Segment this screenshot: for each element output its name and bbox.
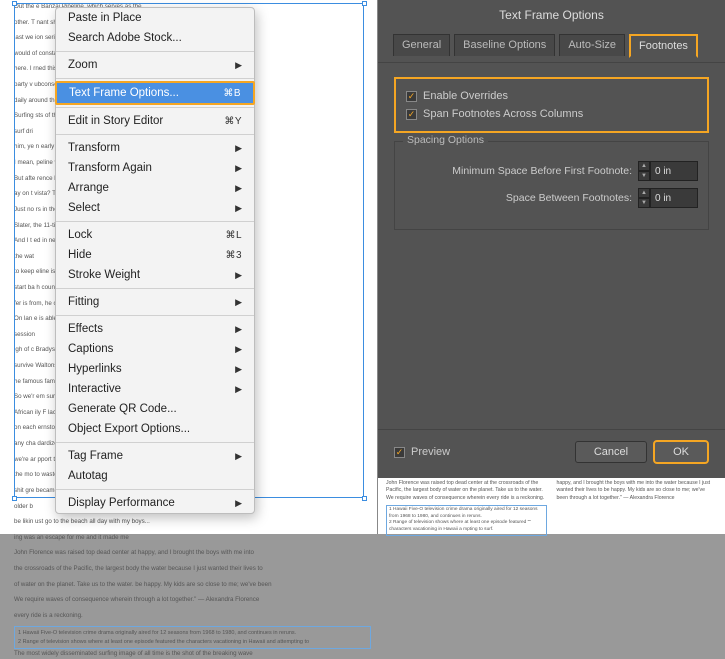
selection-handle[interactable]: [362, 496, 367, 501]
checkbox-icon: ✓: [406, 109, 417, 120]
menu-item[interactable]: Fitting▶: [56, 292, 254, 312]
span-footnotes-label: Span Footnotes Across Columns: [423, 108, 583, 120]
menu-item[interactable]: Object Export Options...: [56, 419, 254, 439]
menu-item[interactable]: Text Frame Options...⌘B: [55, 81, 255, 105]
ok-button[interactable]: OK: [653, 440, 709, 464]
menu-item[interactable]: Select▶: [56, 198, 254, 218]
menu-item[interactable]: Stroke Weight▶: [56, 265, 254, 285]
menu-item[interactable]: Autotag: [56, 466, 254, 486]
chevron-right-icon: ▶: [235, 297, 242, 308]
dialog-title: Text Frame Options: [378, 0, 725, 34]
menu-item[interactable]: Hide⌘3: [56, 245, 254, 265]
selection-handle[interactable]: [12, 496, 17, 501]
menu-item[interactable]: Zoom▶: [56, 55, 254, 75]
selection-handle[interactable]: [12, 1, 17, 6]
step-up-icon[interactable]: ▲: [638, 188, 650, 198]
menu-item[interactable]: Transform▶: [56, 138, 254, 158]
chevron-right-icon: ▶: [235, 183, 242, 194]
between-footnotes-field[interactable]: [650, 188, 698, 208]
menu-item[interactable]: Effects▶: [56, 319, 254, 339]
menu-item[interactable]: Transform Again▶: [56, 158, 254, 178]
menu-item[interactable]: Edit in Story Editor⌘Y: [56, 111, 254, 131]
cancel-button[interactable]: Cancel: [575, 441, 647, 463]
menu-item[interactable]: Arrange▶: [56, 178, 254, 198]
spacing-options-label: Spacing Options: [403, 134, 488, 146]
min-space-label: Minimum Space Before First Footnote:: [405, 165, 632, 177]
step-down-icon[interactable]: ▼: [638, 171, 650, 181]
preview-label: Preview: [411, 446, 450, 458]
footnote-box-left: 1 Hawaii Five-O television crime drama o…: [14, 626, 371, 649]
min-space-field[interactable]: [650, 161, 698, 181]
bottom-col-2: happy, and I brought the boys with me in…: [557, 480, 718, 532]
dialog-tabs: General Baseline Options Auto-Size Footn…: [378, 34, 725, 63]
tab-baseline-options[interactable]: Baseline Options: [454, 34, 555, 56]
between-footnotes-input[interactable]: ▲▼: [638, 188, 698, 208]
preview-checkbox[interactable]: ✓ Preview: [394, 443, 450, 461]
overrides-group: ✓ Enable Overrides ✓ Span Footnotes Acro…: [394, 77, 709, 133]
selection-handle[interactable]: [362, 1, 367, 6]
chevron-right-icon: ▶: [235, 451, 242, 462]
chevron-right-icon: ▶: [235, 203, 242, 214]
chevron-right-icon: ▶: [235, 344, 242, 355]
chevron-right-icon: ▶: [235, 60, 242, 71]
chevron-right-icon: ▶: [235, 324, 242, 335]
checkbox-icon: ✓: [406, 91, 417, 102]
menu-item[interactable]: Captions▶: [56, 339, 254, 359]
dialog-panel: Text Frame Options General Baseline Opti…: [378, 0, 725, 534]
menu-item[interactable]: Lock⌘L: [56, 225, 254, 245]
document-panel-left: Out the e Banzai Pipeline, which serves …: [0, 0, 378, 534]
chevron-right-icon: ▶: [235, 384, 242, 395]
chevron-right-icon: ▶: [235, 364, 242, 375]
between-footnotes-label: Space Between Footnotes:: [405, 192, 632, 204]
tab-footnotes[interactable]: Footnotes: [629, 34, 698, 58]
enable-overrides-label: Enable Overrides: [423, 90, 508, 102]
context-menu: Paste in PlaceSearch Adobe Stock... Zoom▶…: [55, 7, 255, 514]
menu-item[interactable]: Display Performance▶: [56, 493, 254, 513]
tab-auto-size[interactable]: Auto-Size: [559, 34, 625, 56]
menu-item[interactable]: Tag Frame▶: [56, 446, 254, 466]
menu-item[interactable]: Interactive▶: [56, 379, 254, 399]
menu-item[interactable]: Hyperlinks▶: [56, 359, 254, 379]
menu-item[interactable]: Generate QR Code...: [56, 399, 254, 419]
step-down-icon[interactable]: ▼: [638, 198, 650, 208]
step-up-icon[interactable]: ▲: [638, 161, 650, 171]
enable-overrides-checkbox[interactable]: ✓ Enable Overrides: [406, 87, 697, 105]
span-footnotes-checkbox[interactable]: ✓ Span Footnotes Across Columns: [406, 105, 697, 123]
bottom-col-1: John Florence was raised top dead center…: [386, 480, 547, 532]
chevron-right-icon: ▶: [235, 498, 242, 509]
menu-item[interactable]: Search Adobe Stock...: [56, 28, 254, 48]
checkbox-icon: ✓: [394, 447, 405, 458]
document-panel-bottom: John Florence was raised top dead center…: [378, 478, 725, 534]
chevron-right-icon: ▶: [235, 143, 242, 154]
chevron-right-icon: ▶: [235, 270, 242, 281]
spacing-options-group: Spacing Options Minimum Space Before Fir…: [394, 141, 709, 230]
dialog-footer: ✓ Preview Cancel OK: [378, 429, 725, 474]
tab-general[interactable]: General: [393, 34, 450, 56]
menu-item[interactable]: Paste in Place: [56, 8, 254, 28]
min-space-input[interactable]: ▲▼: [638, 161, 698, 181]
chevron-right-icon: ▶: [235, 163, 242, 174]
footnote-box-bottom: 1 Hawaii Five-O television crime drama o…: [386, 505, 547, 536]
